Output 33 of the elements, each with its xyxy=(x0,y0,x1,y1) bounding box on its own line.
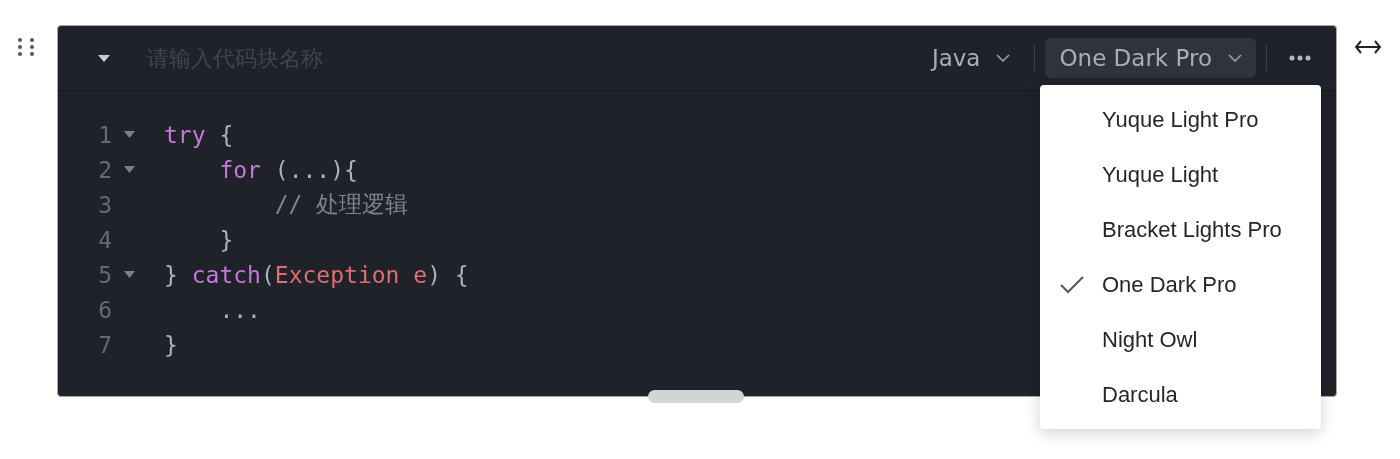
code-line: for (...){ xyxy=(218,156,358,183)
fold-arrow-icon[interactable] xyxy=(124,166,135,173)
code-line: } catch(Exception e) { xyxy=(164,261,469,288)
more-icon[interactable] xyxy=(1289,55,1311,61)
code-line: } xyxy=(218,226,234,253)
code-line: try { xyxy=(164,121,234,148)
fold-arrow-icon[interactable] xyxy=(124,271,135,278)
code-line: } xyxy=(164,331,178,358)
fold-arrow-icon[interactable] xyxy=(124,131,135,138)
expand-width-icon[interactable] xyxy=(1355,39,1381,55)
code-line: ... xyxy=(218,296,261,323)
drag-handle-icon[interactable] xyxy=(16,37,36,57)
theme-dropdown[interactable]: One Dark Pro xyxy=(1045,38,1256,78)
menu-item[interactable]: Yuque Light xyxy=(1040,147,1321,202)
code-line: // 处理逻辑 xyxy=(273,190,409,219)
line-number: 1 xyxy=(97,121,112,148)
checkmark-icon xyxy=(1060,275,1084,294)
line-number: 3 xyxy=(97,191,112,218)
caret-icon[interactable] xyxy=(98,54,110,62)
language-dropdown[interactable]: Java xyxy=(917,38,1025,78)
line-number: 6 xyxy=(97,296,112,323)
menu-item[interactable]: Yuque Light Pro xyxy=(1040,92,1321,147)
line-number: 7 xyxy=(97,331,112,358)
chevron-icon xyxy=(1228,54,1242,62)
resize-handle[interactable] xyxy=(648,390,744,403)
line-number: 2 xyxy=(97,156,112,183)
menu-item[interactable]: Night Owl xyxy=(1040,312,1321,367)
menu-item[interactable]: Bracket Lights Pro xyxy=(1040,202,1321,257)
line-number: 5 xyxy=(97,261,112,288)
menu-item[interactable]: One Dark Pro xyxy=(1040,257,1321,312)
line-number: 4 xyxy=(97,226,112,253)
menu-item[interactable]: Darcula xyxy=(1040,367,1321,422)
chevron-down-icon xyxy=(996,54,1011,62)
